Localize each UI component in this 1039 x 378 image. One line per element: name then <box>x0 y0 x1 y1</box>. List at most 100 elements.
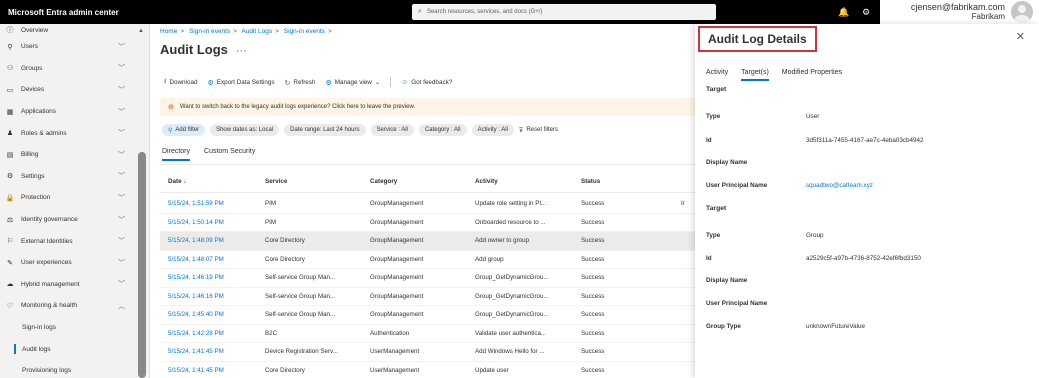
show-dates-filter[interactable]: Show dates as: Local <box>210 124 280 136</box>
app-title[interactable]: Microsoft Entra admin center <box>0 8 410 17</box>
table-row[interactable]: 5/15/24, 1:41:45 PM Device Registration S… <box>160 343 695 362</box>
date-cell[interactable]: 5/15/24, 1:42:28 PM <box>160 330 265 337</box>
account-menu[interactable]: cjensen@fabrikam.com Fabrikam <box>880 0 1039 24</box>
table-row[interactable]: 5/15/24, 1:41:45 PM Core Directory UserMan… <box>160 362 695 378</box>
sidebar-item-external-identities[interactable]: ⚐ External Identities ﹀ <box>0 230 149 252</box>
service-cell: Self-service Group Man... <box>265 274 336 282</box>
date-cell[interactable]: 5/15/24, 1:46:16 PM <box>160 293 265 300</box>
sidebar-item-groups[interactable]: ⚇ Groups ﹀ <box>0 58 149 80</box>
manage-view-button[interactable]: ⚙ Manage view ⌄ <box>325 77 380 88</box>
tab-targets[interactable]: Target(s) <box>741 69 769 81</box>
activity-cell: Validate user authentica... <box>475 329 547 337</box>
export-data-settings-button[interactable]: ⚙ Export Data Settings <box>207 77 274 88</box>
sidebar-subitem-audit-logs[interactable]: Audit logs <box>0 338 149 360</box>
tab-custom-security[interactable]: Custom Security <box>204 148 255 161</box>
more-icon[interactable]: ··· <box>236 45 247 57</box>
sidebar-item-billing[interactable]: ▤ Billing ﹀ <box>0 144 149 166</box>
date-cell[interactable]: 5/15/24, 1:48:09 PM <box>160 237 265 244</box>
table-row[interactable]: 5/15/24, 1:51:59 PM PIM GroupManagement Upd… <box>160 195 695 214</box>
table-row[interactable]: 5/15/24, 1:50:14 PM PIM GroupManagement Onb… <box>160 214 695 232</box>
date-cell[interactable]: 5/15/24, 1:51:59 PM <box>160 200 265 207</box>
date-cell[interactable]: 5/15/24, 1:48:07 PM <box>160 256 265 263</box>
column-service[interactable]: Service <box>265 178 370 192</box>
chevron-down-icon[interactable]: ﹀ <box>118 150 125 160</box>
sidebar-item-label: User experiences <box>21 259 72 267</box>
status-cell: Success <box>581 329 605 337</box>
breadcrumb: Home > Sign-in events > Audit Logs > Sign-i… <box>160 28 332 35</box>
chevron-down-icon[interactable]: ﹀ <box>118 107 125 117</box>
notifications-icon[interactable]: 🔔 <box>838 6 850 18</box>
chevron-up-icon[interactable]: ︿ <box>118 301 125 311</box>
breadcrumb-signin-events-2[interactable]: Sign-in events <box>284 28 325 35</box>
chevron-down-icon[interactable]: ﹀ <box>118 128 125 138</box>
status-cell: Success <box>581 366 605 374</box>
sidebar-subitem-sign-in-logs[interactable]: Sign-in logs <box>0 317 149 339</box>
sidebar-item-applications[interactable]: ▦ Applications ﹀ <box>0 101 149 123</box>
sidebar-item-settings[interactable]: ⚙ Settings ﹀ <box>0 166 149 188</box>
sidebar-scroll-thumb[interactable] <box>138 152 146 378</box>
chevron-down-icon[interactable]: ﹀ <box>118 258 125 268</box>
breadcrumb-signin-events[interactable]: Sign-in events <box>189 28 230 35</box>
scroll-up-icon[interactable]: ▲ <box>138 28 144 34</box>
chevron-down-icon[interactable]: ﹀ <box>118 236 125 246</box>
tab-directory[interactable]: Directory <box>162 148 191 161</box>
date-cell[interactable]: 5/15/24, 1:46:19 PM <box>160 274 265 281</box>
upn-label: User Principal Name <box>706 300 768 307</box>
reset-filters-button[interactable]: ⊽ Reset filters <box>519 127 558 134</box>
activity-cell: Update role setting in PI... <box>475 200 547 208</box>
category-filter[interactable]: Category : All <box>418 124 467 136</box>
download-button[interactable]: ⭳ Download <box>164 77 197 88</box>
sidebar-item-monitoring-health[interactable]: ♡ Monitoring & health ︿ <box>0 295 149 317</box>
sidebar-item-user-experiences[interactable]: ✎ User experiences ﹀ <box>0 252 149 274</box>
sidebar-item-overview[interactable]: ⓘ Overview <box>0 24 149 36</box>
sidebar-item-hybrid-management[interactable]: ☁ Hybrid management ﹀ <box>0 274 149 296</box>
tab-modified-properties[interactable]: Modified Properties <box>782 69 842 81</box>
chevron-down-icon[interactable]: ﹀ <box>118 279 125 289</box>
table-row[interactable]: 5/15/24, 1:48:09 PM Core Directory GroupMa… <box>160 232 695 251</box>
chevron-down-icon[interactable]: ﹀ <box>118 42 125 52</box>
add-filter-button[interactable]: ⚲ Add filter <box>162 124 206 136</box>
breadcrumb-home[interactable]: Home <box>160 28 177 35</box>
sidebar-item-users[interactable]: ⚲ Users ﹀ <box>0 36 149 58</box>
chevron-down-icon[interactable]: ﹀ <box>118 85 125 95</box>
monitoring-icon: ♡ <box>6 302 14 310</box>
banner-text[interactable]: Want to switch back to the legacy audit … <box>180 104 415 110</box>
column-category[interactable]: Category <box>370 178 475 192</box>
sidebar-item-identity-governance[interactable]: ⚖ Identity governance ﹀ <box>0 209 149 231</box>
table-row[interactable]: 5/15/24, 1:46:16 PM Self-service Group Ma… <box>160 288 695 306</box>
column-activity[interactable]: Activity <box>475 178 581 192</box>
sidebar-item-protection[interactable]: 🔒 Protection ﹀ <box>0 187 149 209</box>
status-cell: Success <box>581 200 605 208</box>
table-row[interactable]: 5/15/24, 1:48:07 PM Core Directory GroupMa… <box>160 251 695 269</box>
activity-filter[interactable]: Activity : All <box>471 124 514 136</box>
breadcrumb-audit-logs[interactable]: Audit Logs <box>241 28 272 35</box>
date-cell[interactable]: 5/15/24, 1:41:45 PM <box>160 367 265 374</box>
chevron-down-icon[interactable]: ﹀ <box>118 215 125 225</box>
table-row[interactable]: 5/15/24, 1:42:28 PM B2C Authentication Vali… <box>160 325 695 343</box>
search-box[interactable]: ⌕ Search resources, services, and docs (… <box>412 4 716 20</box>
refresh-button[interactable]: ↻ Refresh <box>285 77 316 88</box>
sidebar-item-roles-admins[interactable]: ♟ Roles & admins ﹀ <box>0 122 149 144</box>
feedback-button[interactable]: ☺ Got feedback? <box>401 77 452 88</box>
close-icon[interactable]: ✕ <box>1016 30 1025 43</box>
service-filter[interactable]: Service : All <box>370 124 414 136</box>
gear-icon[interactable]: ⚙ <box>860 6 872 18</box>
date-cell[interactable]: 5/15/24, 1:45:40 PM <box>160 311 265 318</box>
date-cell[interactable]: 5/15/24, 1:50:14 PM <box>160 219 265 226</box>
chevron-down-icon[interactable]: ﹀ <box>118 171 125 181</box>
column-date[interactable]: Date ↓ <box>160 178 265 192</box>
sidebar-subitem-provisioning-logs[interactable]: Provisioning logs <box>0 360 149 378</box>
chevron-down-icon[interactable]: ﹀ <box>118 63 125 73</box>
table-row[interactable]: 5/15/24, 1:46:19 PM Self-service Group Ma… <box>160 269 695 288</box>
legacy-banner[interactable]: ⊖ Want to switch back to the legacy audi… <box>160 98 695 116</box>
table-row[interactable]: 5/15/24, 1:45:40 PM Self-service Group Ma… <box>160 306 695 325</box>
column-status[interactable]: Status <box>581 178 681 192</box>
avatar[interactable] <box>1011 1 1033 23</box>
tab-activity[interactable]: Activity <box>706 69 728 81</box>
date-cell[interactable]: 5/15/24, 1:41:45 PM <box>160 348 265 355</box>
upn-link[interactable]: squadtwo@catteam.xyz <box>806 182 873 189</box>
activity-cell: Update user <box>475 366 509 374</box>
sidebar-item-devices[interactable]: ▭ Devices ﹀ <box>0 79 149 101</box>
date-range-filter[interactable]: Date range: Last 24 hours <box>284 124 366 136</box>
chevron-down-icon[interactable]: ﹀ <box>118 193 125 203</box>
